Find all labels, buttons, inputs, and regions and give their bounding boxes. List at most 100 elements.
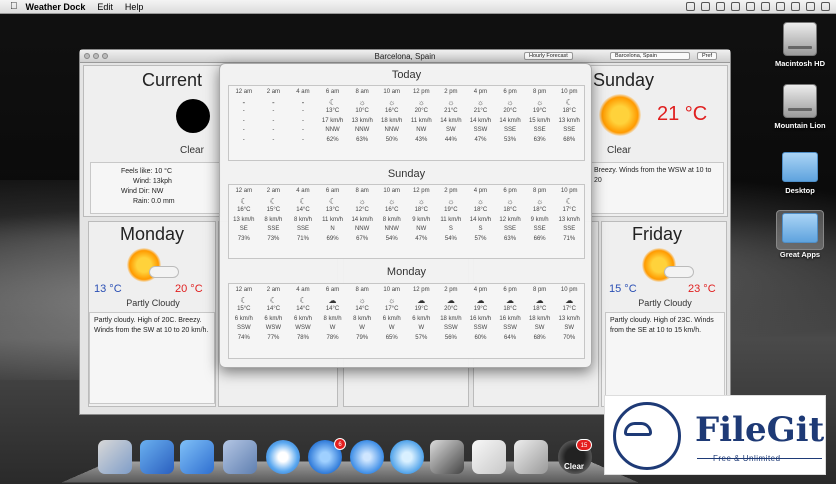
- weather-icon: ☼: [506, 97, 514, 107]
- window-titlebar[interactable]: Barcelona, Spain Hourly Forecast Barcelo…: [80, 50, 730, 63]
- hour-humidity: 43%: [415, 136, 428, 143]
- weather-icon: ☾: [565, 196, 573, 206]
- hour-wind-dir: SSW: [236, 325, 251, 331]
- hour-humidity: 50%: [385, 136, 398, 143]
- flag-icon[interactable]: [791, 2, 800, 11]
- hourly-forecast-button[interactable]: Hourly Forecast: [524, 52, 573, 60]
- hour-label: 4 pm: [473, 89, 488, 95]
- hour-label: 8 am: [355, 89, 369, 95]
- tray-icon[interactable]: [701, 2, 710, 11]
- list-icon[interactable]: [821, 2, 830, 11]
- hour-temp: 14°C: [296, 207, 310, 213]
- weather-icon: ☾: [269, 295, 277, 305]
- hour-wind-dir: NW: [416, 127, 427, 133]
- hour-humidity: 57%: [415, 334, 428, 341]
- tray-icon[interactable]: [731, 2, 740, 11]
- facetime-icon[interactable]: [430, 440, 464, 474]
- xcode-icon[interactable]: [140, 440, 174, 474]
- hour-label: 8 pm: [532, 188, 547, 194]
- hour-humidity: 66%: [533, 235, 546, 242]
- sun-icon: [599, 94, 641, 136]
- menu-help[interactable]: Help: [125, 2, 144, 12]
- selection-highlight: [776, 210, 824, 250]
- weather-icon: ☼: [358, 97, 366, 107]
- hour-humidity: 73%: [237, 235, 250, 242]
- desktop-icon-mountain-lion[interactable]: Mountain Lion: [770, 84, 830, 130]
- desktop-icon-label: Great Apps: [779, 250, 821, 259]
- hour-label: 6 pm: [503, 89, 517, 95]
- iphoto-icon[interactable]: [514, 440, 548, 474]
- desktop-icon-macintosh-hd[interactable]: Macintosh HD: [770, 22, 830, 68]
- hour-wind-dir: SSW: [503, 325, 517, 331]
- filegit-logo: [613, 402, 681, 470]
- safari-icon[interactable]: [266, 440, 300, 474]
- hour-wind-dir: NNW: [354, 127, 370, 133]
- desktop-icon-desktop[interactable]: Desktop: [770, 152, 830, 195]
- hour-temp: 14°C: [266, 306, 281, 312]
- friday-description: Partly cloudy. High of 23C. Winds from t…: [605, 312, 725, 404]
- location-select[interactable]: Barcelona, Spain: [610, 52, 690, 60]
- tray-icon[interactable]: [686, 2, 695, 11]
- hour-humidity: 77%: [267, 334, 280, 341]
- hour-wind-dir: SSW: [473, 127, 488, 133]
- zoom-button[interactable]: [102, 53, 108, 59]
- hour-temp: 18°C: [503, 306, 517, 312]
- desktop-icon-label: Macintosh HD: [774, 59, 825, 68]
- weather-icon: ☁: [535, 295, 544, 305]
- mail-stamp-icon[interactable]: [223, 440, 257, 474]
- menu-app-name[interactable]: Weather Dock: [26, 2, 86, 12]
- weather-icon: ☼: [388, 295, 396, 305]
- hour-wind-dir: WSW: [295, 325, 311, 331]
- hour-wind: -: [301, 117, 304, 124]
- hour-temp: 14°C: [325, 306, 340, 312]
- weather-icon: ☾: [328, 196, 337, 206]
- menu-bar:  Weather Dock Edit Help: [0, 0, 836, 14]
- monday-description: Partly cloudy. High of 20C. Breezy. Wind…: [89, 312, 215, 404]
- dock: 6 15 Clear: [61, 436, 639, 484]
- search-icon[interactable]: [806, 2, 815, 11]
- battery-icon[interactable]: [776, 2, 785, 11]
- hour-wind: 11 km/h: [440, 216, 462, 223]
- hour-label: 10 pm: [560, 188, 578, 194]
- hour-temp: 18°C: [473, 207, 488, 213]
- hourly-forecast-popup: Today 12 am 2 am 4 am 6 am 8 am 10 am 12 pm 2 p…: [219, 63, 592, 368]
- hour-label: 10 pm: [560, 287, 578, 293]
- sunday-condition: Clear: [607, 145, 631, 156]
- desktop-icon-label: Mountain Lion: [774, 121, 826, 130]
- hour-wind-dir: S: [478, 226, 483, 232]
- friday-high: 23 °C: [688, 283, 716, 295]
- finder-icon[interactable]: [98, 440, 132, 474]
- itunes-icon[interactable]: [350, 440, 384, 474]
- pref-button[interactable]: Pref: [697, 52, 718, 60]
- photos-icon[interactable]: [472, 440, 506, 474]
- weather-icon: -: [242, 97, 246, 107]
- hour-label: 2 am: [266, 188, 281, 194]
- hour-label: 12 pm: [412, 188, 430, 194]
- hour-humidity: 70%: [563, 334, 576, 341]
- menu-edit[interactable]: Edit: [97, 2, 113, 12]
- weather-icon: ☾: [269, 196, 277, 206]
- weather-icon: ☁: [565, 295, 574, 305]
- app-icon[interactable]: [180, 440, 214, 474]
- desktop-icon-great-apps[interactable]: Great Apps: [770, 210, 830, 259]
- hour-wind-dir: N: [330, 226, 335, 232]
- hour-temp: 19°C: [473, 306, 488, 312]
- monday-condition: Partly Cloudy: [126, 298, 180, 308]
- hour-wind: 17 km/h: [321, 117, 344, 124]
- hour-humidity: 53%: [504, 136, 517, 143]
- hour-humidity: 63%: [533, 136, 546, 143]
- hour-temp: 13°C: [325, 207, 340, 213]
- wifi-icon[interactable]: [746, 2, 755, 11]
- hour-wind-dir: -: [301, 127, 304, 133]
- minimize-button[interactable]: [93, 53, 99, 59]
- volume-icon[interactable]: [761, 2, 770, 11]
- hourly-section-title: Sunday: [387, 168, 426, 180]
- weather-icon: ☼: [447, 196, 455, 206]
- hour-wind: 14 km/h: [351, 216, 373, 223]
- tray-icon[interactable]: [716, 2, 725, 11]
- apple-menu-icon[interactable]: : [10, 1, 18, 12]
- messages-icon[interactable]: [390, 440, 424, 474]
- hourly-section-title: Today: [391, 69, 422, 81]
- hour-humidity: 64%: [504, 334, 517, 341]
- close-button[interactable]: [84, 53, 90, 59]
